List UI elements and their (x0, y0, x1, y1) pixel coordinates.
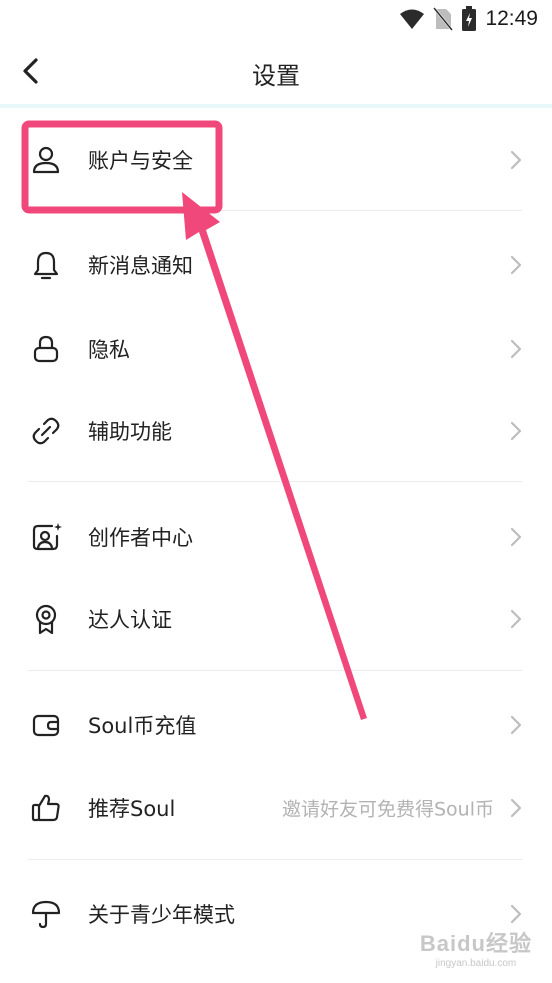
wallet-icon (32, 714, 60, 737)
settings-item-label: 关于青少年模式 (88, 903, 235, 927)
settings-item-label: 账户与安全 (88, 149, 193, 173)
top-bar: 设置 (0, 38, 552, 104)
settings-item-account-security[interactable]: 账户与安全 (0, 120, 552, 200)
settings-item-accessibility[interactable]: 辅助功能 (0, 391, 552, 471)
creator-icon (32, 523, 62, 551)
settings-item-recommend-soul[interactable]: 推荐Soul 邀请好友可免费得Soul币 (0, 768, 552, 848)
invite-hint-text: 邀请好友可免费得Soul币 (281, 798, 494, 821)
page-title: 设置 (252, 62, 300, 90)
settings-item-label: Soul币充值 (88, 714, 197, 738)
chevron-right-icon (510, 150, 522, 170)
settings-item-label: 创作者中心 (88, 526, 193, 550)
link-icon (32, 417, 60, 445)
group-divider (28, 670, 522, 671)
group-divider (28, 859, 522, 860)
settings-item-creator-center[interactable]: 创作者中心 (0, 497, 552, 577)
chevron-right-icon (510, 715, 522, 735)
status-icons: 12:49 (399, 6, 538, 32)
thumbs-up-icon (31, 794, 60, 822)
header-divider (0, 104, 552, 108)
lock-icon (33, 335, 59, 363)
settings-item-label: 新消息通知 (88, 254, 193, 278)
settings-item-expert-verification[interactable]: 达人认证 (0, 579, 552, 659)
person-icon (32, 146, 60, 174)
badge-icon (35, 604, 57, 635)
settings-item-label: 达人认证 (88, 608, 172, 632)
status-time: 12:49 (485, 7, 538, 30)
chevron-right-icon (510, 609, 522, 629)
status-bar: 12:49 (0, 0, 552, 38)
baidu-watermark: Baidu经验 jingyan.baidu.com (420, 926, 532, 969)
settings-item-notifications[interactable]: 新消息通知 (0, 225, 552, 305)
chevron-right-icon (510, 527, 522, 547)
group-divider (28, 481, 522, 482)
chevron-right-icon (510, 798, 522, 818)
no-sim-icon (433, 7, 454, 31)
group-divider (28, 210, 522, 211)
settings-item-label: 隐私 (88, 338, 130, 362)
battery-charging-icon (462, 6, 477, 31)
watermark-url: jingyan.baidu.com (435, 958, 517, 969)
settings-item-label: 辅助功能 (88, 420, 172, 444)
bell-icon (33, 251, 59, 280)
watermark-brand: Baidu经验 (419, 931, 532, 956)
wifi-icon (400, 9, 425, 29)
chevron-right-icon (510, 339, 522, 359)
umbrella-icon (31, 900, 61, 929)
settings-item-label: 推荐Soul (88, 797, 176, 821)
chevron-right-icon (510, 255, 522, 275)
settings-item-privacy[interactable]: 隐私 (0, 309, 552, 389)
chevron-right-icon (510, 904, 522, 924)
chevron-right-icon (510, 421, 522, 441)
settings-item-soul-coin-recharge[interactable]: Soul币充值 (0, 685, 552, 765)
